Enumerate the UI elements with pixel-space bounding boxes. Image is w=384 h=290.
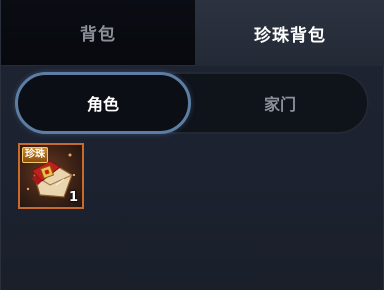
top-tab-bar: 背包 珍珠背包 <box>1 0 384 66</box>
item-slot[interactable]: 珍珠 1 <box>18 143 84 209</box>
subtab-character[interactable]: 角色 <box>15 72 191 134</box>
inventory-panel: 背包 珍珠背包 角色 家门 珍珠 1 <box>0 0 384 290</box>
sub-tab-bar: 角色 家门 <box>15 72 369 134</box>
tab-pearl-bag[interactable]: 珍珠背包 <box>195 0 384 66</box>
item-count: 1 <box>68 190 78 205</box>
tab-bag[interactable]: 背包 <box>1 0 195 66</box>
pearl-tag-badge: 珍珠 <box>22 147 48 163</box>
subtab-family[interactable]: 家门 <box>195 72 365 134</box>
